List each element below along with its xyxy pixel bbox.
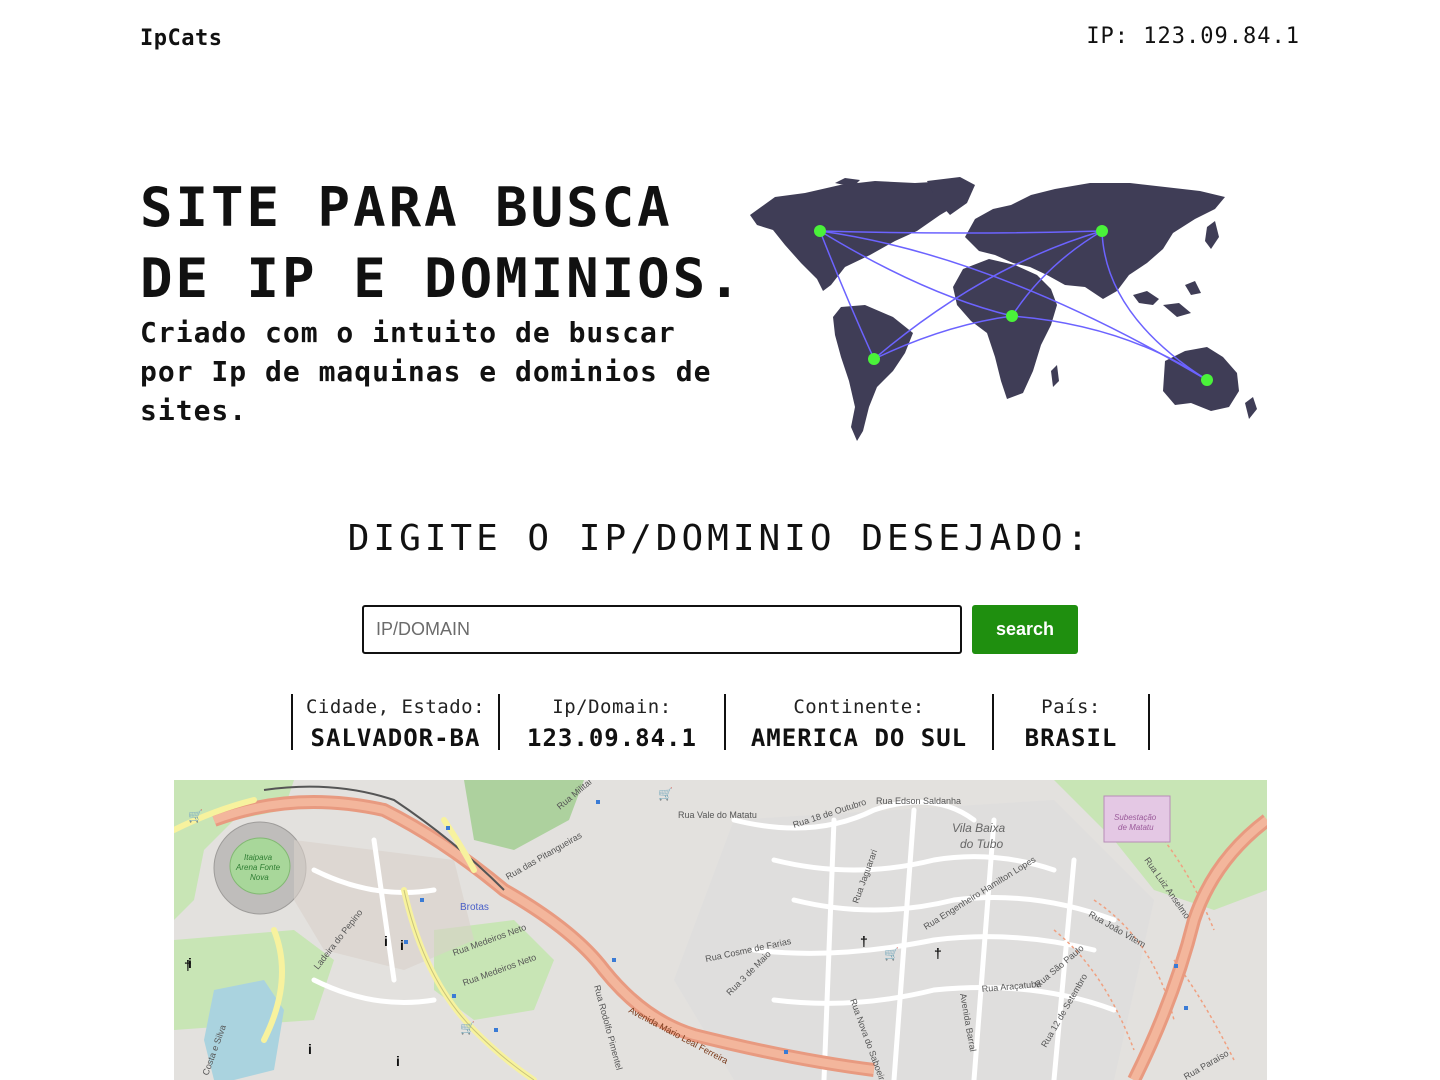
- result-value: SALVADOR-BA: [310, 724, 481, 752]
- map-label: do Tubo: [960, 837, 1003, 851]
- svg-text:🛒: 🛒: [658, 787, 673, 801]
- world-map-illustration: [745, 175, 1270, 445]
- svg-text:†: †: [860, 933, 868, 949]
- svg-text:i: i: [384, 933, 388, 949]
- navbar: IpCats IP: 123.09.84.1: [140, 22, 1300, 62]
- map-label: Arena Fonte: [235, 863, 281, 872]
- result-country: País: BRASIL: [994, 694, 1148, 752]
- search-button[interactable]: search: [972, 605, 1078, 654]
- hero-title: SITE PARA BUSCA DE IP E DOMINIOS.: [140, 172, 744, 314]
- result-value: BRASIL: [1024, 724, 1118, 752]
- svg-text:i: i: [396, 1053, 400, 1069]
- svg-text:i: i: [188, 955, 192, 971]
- hero-title-line-2: DE IP E DOMINIOS.: [140, 247, 744, 310]
- map-label: Nova: [250, 873, 269, 882]
- search-heading: DIGITE O IP/DOMINIO DESEJADO:: [347, 518, 1093, 559]
- map-label: Itaipava: [244, 853, 273, 862]
- result-value: AMERICA DO SUL: [750, 724, 968, 752]
- svg-text:†: †: [934, 945, 942, 961]
- brand-logo[interactable]: IpCats: [140, 26, 222, 51]
- result-ip-domain: Ip/Domain: 123.09.84.1: [500, 694, 724, 752]
- result-city-state: Cidade, Estado: SALVADOR-BA: [293, 694, 498, 752]
- map-label: Brotas: [460, 902, 489, 913]
- svg-text:🛒: 🛒: [460, 1021, 475, 1035]
- svg-text:🛒: 🛒: [884, 947, 899, 961]
- result-info-row: Cidade, Estado: SALVADOR-BA Ip/Domain: 1…: [0, 694, 1440, 752]
- result-label: Cidade, Estado:: [305, 696, 486, 718]
- map-label: de Matatu: [1118, 823, 1154, 832]
- map-label: Subestação: [1114, 813, 1157, 822]
- hero-subtitle: Criado com o intuito de buscar por Ip de…: [140, 316, 712, 427]
- map-label: Vila Baixa: [952, 821, 1005, 835]
- map-label: Rua Vale do Matatu: [678, 810, 757, 820]
- divider: [1148, 694, 1150, 750]
- current-ip: IP: 123.09.84.1: [1086, 24, 1300, 49]
- result-label: Ip/Domain:: [552, 696, 672, 718]
- result-continent: Continente: AMERICA DO SUL: [726, 694, 992, 752]
- svg-text:i: i: [400, 937, 404, 953]
- svg-text:🛒: 🛒: [188, 809, 203, 823]
- result-label: Continente:: [793, 696, 925, 718]
- result-label: País:: [1041, 696, 1101, 718]
- location-map[interactable]: i i † i i i † † 🛒 🛒 🛒 🛒 Rua Vale do Matatu R…: [174, 780, 1267, 1080]
- svg-text:i: i: [308, 1041, 312, 1057]
- result-value: 123.09.84.1: [527, 724, 697, 752]
- map-label: Rua Edson Saldanha: [876, 796, 961, 806]
- search-input[interactable]: [362, 605, 962, 654]
- hero-title-line-1: SITE PARA BUSCA: [140, 176, 673, 239]
